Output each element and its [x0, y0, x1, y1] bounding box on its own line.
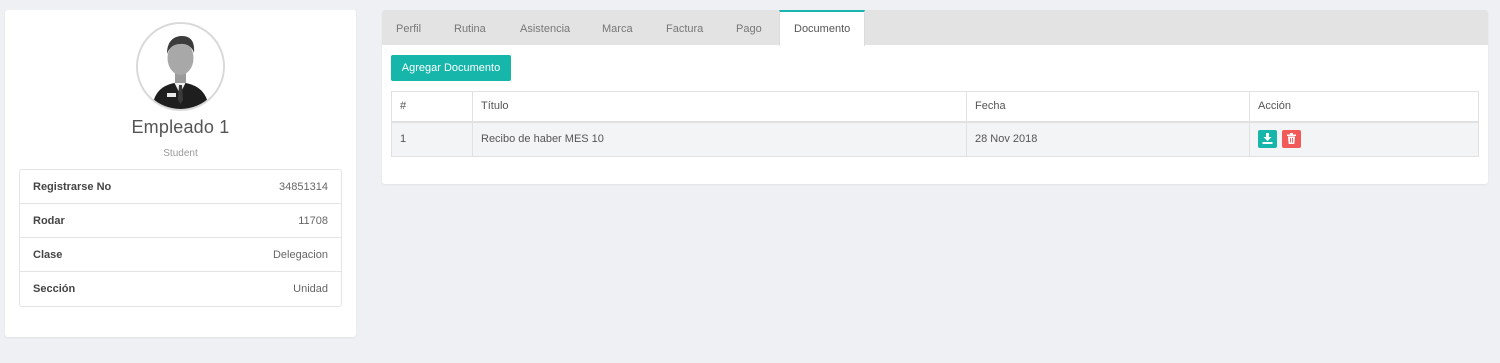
column-header-number: #	[391, 91, 473, 122]
table-row: 1 Recibo de haber MES 10 28 Nov 2018	[391, 121, 1479, 157]
column-header-title: Título	[472, 91, 967, 122]
detail-row-class: Clase Delegacion	[20, 238, 341, 272]
detail-label: Clase	[33, 248, 63, 261]
tab-factura[interactable]: Factura	[652, 10, 717, 45]
tab-asistencia[interactable]: Asistencia	[506, 10, 584, 45]
detail-label: Rodar	[33, 214, 65, 227]
column-header-action: Acción	[1249, 91, 1479, 122]
cell-number: 1	[391, 121, 473, 157]
detail-row-section: Sección Unidad	[20, 272, 341, 306]
profile-role: Student	[163, 148, 198, 159]
profile-card: Empleado 1 Student Registrarse No 348513…	[5, 10, 356, 337]
column-header-date: Fecha	[966, 91, 1250, 122]
detail-label: Sección	[33, 283, 76, 295]
documents-table: # Título Fecha Acción 1 Recibo de haber …	[391, 91, 1479, 157]
add-document-button[interactable]: Agregar Documento	[391, 55, 511, 81]
download-icon	[1262, 133, 1273, 145]
table-header-row: # Título Fecha Acción	[391, 91, 1479, 122]
cell-date: 28 Nov 2018	[966, 121, 1250, 157]
detail-value: Unidad	[293, 283, 328, 295]
detail-row-registration: Registrarse No 34851314	[20, 170, 341, 204]
delete-button[interactable]	[1282, 130, 1302, 149]
profile-name: Empleado 1	[131, 117, 230, 137]
cell-actions	[1249, 121, 1479, 157]
tab-marca[interactable]: Marca	[588, 10, 647, 45]
main-panel: Perfil Rutina Asistencia Marca Factura P…	[382, 10, 1488, 184]
trash-icon	[1287, 133, 1297, 145]
tab-rutina[interactable]: Rutina	[440, 10, 500, 45]
detail-value: 11708	[298, 214, 328, 227]
detail-label: Registrarse No	[33, 180, 112, 193]
avatar	[136, 22, 225, 111]
tab-documento[interactable]: Documento	[779, 10, 866, 46]
tab-pago[interactable]: Pago	[722, 10, 776, 45]
detail-row-roll: Rodar 11708	[20, 204, 341, 238]
tab-bar: Perfil Rutina Asistencia Marca Factura P…	[382, 10, 1488, 46]
detail-value: 34851314	[279, 180, 328, 193]
tab-perfil[interactable]: Perfil	[382, 10, 435, 45]
download-button[interactable]	[1258, 130, 1277, 149]
user-avatar-icon	[138, 24, 223, 109]
profile-details-list: Registrarse No 34851314 Rodar 11708 Clas…	[19, 169, 342, 307]
cell-title: Recibo de haber MES 10	[472, 121, 967, 157]
detail-value: Delegacion	[272, 248, 328, 261]
